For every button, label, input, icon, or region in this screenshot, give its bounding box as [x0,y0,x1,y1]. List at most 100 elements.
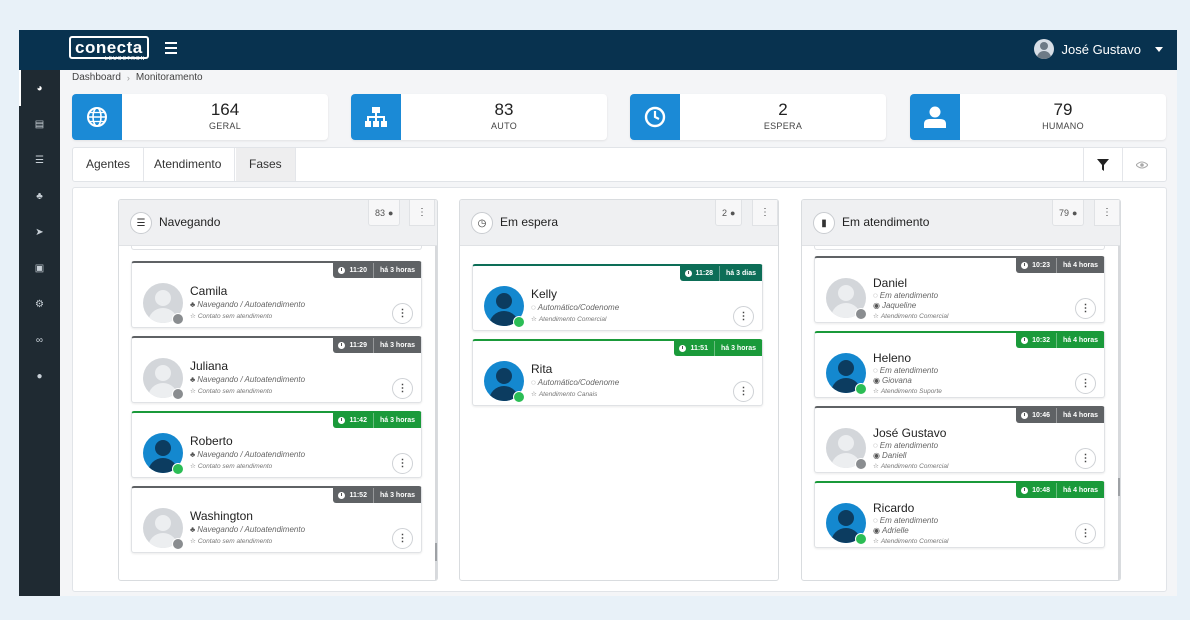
contact-status: ◌ Em atendimento [873,441,939,450]
user-menu[interactable]: José Gustavo [1033,39,1163,59]
kebab-icon: ⋮ [417,207,427,218]
sidebar-item-sitemap[interactable]: ♣ [19,178,60,214]
visibility-button[interactable] [1122,148,1160,181]
column-scrollbar-track[interactable] [435,246,437,580]
whatsapp-icon [855,533,867,545]
user-icon: ◉ [873,376,880,385]
user-icon: ◉ [873,526,880,535]
channel-icon [855,458,867,470]
sidebar-item-send[interactable]: ➤ [19,214,60,250]
clock-icon [1021,262,1029,269]
whatsapp-icon [513,391,525,403]
sidebar-item-list[interactable]: ☰ [19,142,60,178]
contact-status: ◌ Em atendimento [873,366,939,375]
card-menu-button[interactable]: ⋮ [392,303,413,324]
conecta-logo[interactable]: conecta LEUCOTRON [69,36,149,63]
contact-sub: ☆ Atendimento Comercial [873,538,949,545]
clock-icon [1021,487,1029,494]
phone-icon: ▮ [813,212,835,234]
channel-icon [172,538,184,550]
sidebar-item-info[interactable]: ● [19,358,60,394]
contact-sub: ☆ Atendimento Comercial [531,316,607,323]
channel-icon [172,388,184,400]
settings-icon: ⚙ [35,298,44,310]
contact-card[interactable]: 11:29 há 3 horas Juliana ♣ Navegando / Aut… [131,336,422,403]
column-scrollbar-track[interactable] [1118,246,1120,580]
sidebar-item-dashboard[interactable]: ◕ [19,70,60,106]
kebab-icon: ⋮ [760,207,770,218]
contact-card[interactable]: 10:32 há 4 horas Heleno ◌ Em atendimento ◉… [814,331,1105,398]
tab-agentes[interactable]: Agentes [73,148,145,181]
contact-name: Juliana [190,359,229,373]
card-menu-button[interactable]: ⋮ [733,381,754,402]
card-menu-button[interactable]: ⋮ [1075,448,1096,469]
column-em-atendimento: ▮ Em atendimento 79 ● ⋮ 10:23 há 4 horas D… [801,199,1121,581]
dashboard-icon: ◕ [36,82,43,94]
contact-status: ♣ Navegando / Autoatendimento [190,450,306,459]
time-badge: 11:20 há 3 horas [333,263,421,278]
contact-name: Camila [190,284,228,298]
contact-name: José Gustavo [873,426,947,440]
card-menu-button[interactable]: ⋮ [1075,373,1096,394]
card-menu-button[interactable]: ⋮ [392,378,413,399]
column-scrollbar-thumb[interactable] [1118,478,1120,496]
contact-name: Kelly [531,287,558,301]
contact-card[interactable]: 10:46 há 4 horas José Gustavo ◌ Em atendim… [814,406,1105,473]
user-icon: ● [1072,207,1078,218]
stat-card-auto: 83 AUTO [351,94,607,140]
column-menu-button[interactable]: ⋮ [409,200,435,226]
user-icon: ● [388,207,394,218]
column-count: 79 ● [1052,200,1085,226]
contact-card[interactable]: 10:23 há 4 horas Daniel ◌ Em atendimento ◉… [814,256,1105,323]
sidebar-item-servers[interactable]: ▤ [19,106,60,142]
contact-status: ♣ Navegando / Autoatendimento [190,375,306,384]
contact-status: ◌ Em atendimento [873,516,939,525]
filter-button[interactable] [1083,148,1121,181]
star-icon: ☆ [190,388,196,395]
clock-icon [630,94,680,140]
contact-name: Daniel [873,276,908,290]
card-menu-button[interactable]: ⋮ [733,306,754,327]
sidebar-item-tablet[interactable]: ▣ [19,250,60,286]
card-menu-button[interactable]: ⋮ [1075,523,1096,544]
contact-card[interactable]: 10:48 há 4 horas Ricardo ◌ Em atendimento … [814,481,1105,548]
contact-sub: ☆ Contato sem atendimento [190,538,273,545]
contact-card[interactable]: 11:28 há 3 dias Kelly ◌ Automático/Codenom… [472,264,763,331]
clock-icon [338,267,346,274]
whatsapp-icon [855,383,867,395]
star-icon: ☆ [190,538,196,545]
card-menu-button[interactable]: ⋮ [392,528,413,549]
sitemap-icon: ♣ [36,190,43,202]
column-scrollbar-thumb[interactable] [435,543,437,561]
stat-label: HUMANO [1042,121,1084,131]
stat-card-geral: 164 GERAL [72,94,328,140]
time-badge: 11:29 há 3 horas [333,338,421,353]
sidebar-item-settings[interactable]: ⚙ [19,286,60,322]
star-icon: ☆ [531,391,537,398]
contact-card[interactable]: 11:51 há 3 horas Rita ◌ Automático/Codenom… [472,339,763,406]
channel-icon [855,308,867,320]
chat-icon: ◌ [531,303,536,312]
eye-icon [1135,161,1148,168]
contact-card[interactable]: 11:52 há 3 horas Washington ♣ Navegando / … [131,486,422,553]
tablet-icon: ▣ [34,262,45,274]
card-menu-button[interactable]: ⋮ [1075,298,1096,319]
contact-name: Heleno [873,351,912,365]
user-name: José Gustavo [1061,41,1142,57]
sidebar-item-integrations[interactable]: ∞ [19,322,60,358]
column-em-espera: ◷ Em espera 2 ● ⋮ 11:28 há 3 dias Kelly ◌ A… [459,199,779,581]
column-menu-button[interactable]: ⋮ [752,200,778,226]
time-badge: 11:42 há 3 horas [333,413,421,428]
card-menu-button[interactable]: ⋮ [392,453,413,474]
stat-label: GERAL [208,121,241,131]
menu-toggle-icon[interactable] [165,42,177,57]
contact-status: ◌ Em atendimento [873,291,939,300]
tab-fases[interactable]: Fases [236,148,296,181]
tab-atendimento[interactable]: Atendimento [141,148,236,181]
column-menu-button[interactable]: ⋮ [1094,200,1120,226]
column-count: 2 ● [715,200,743,226]
breadcrumb-dashboard[interactable]: Dashboard [72,72,121,83]
contact-card[interactable]: 11:42 há 3 horas Roberto ♣ Navegando / Aut… [131,411,422,478]
user-avatar [1033,39,1054,59]
contact-card[interactable]: 11:20 há 3 horas Camila ♣ Navegando / Auto… [131,261,422,328]
